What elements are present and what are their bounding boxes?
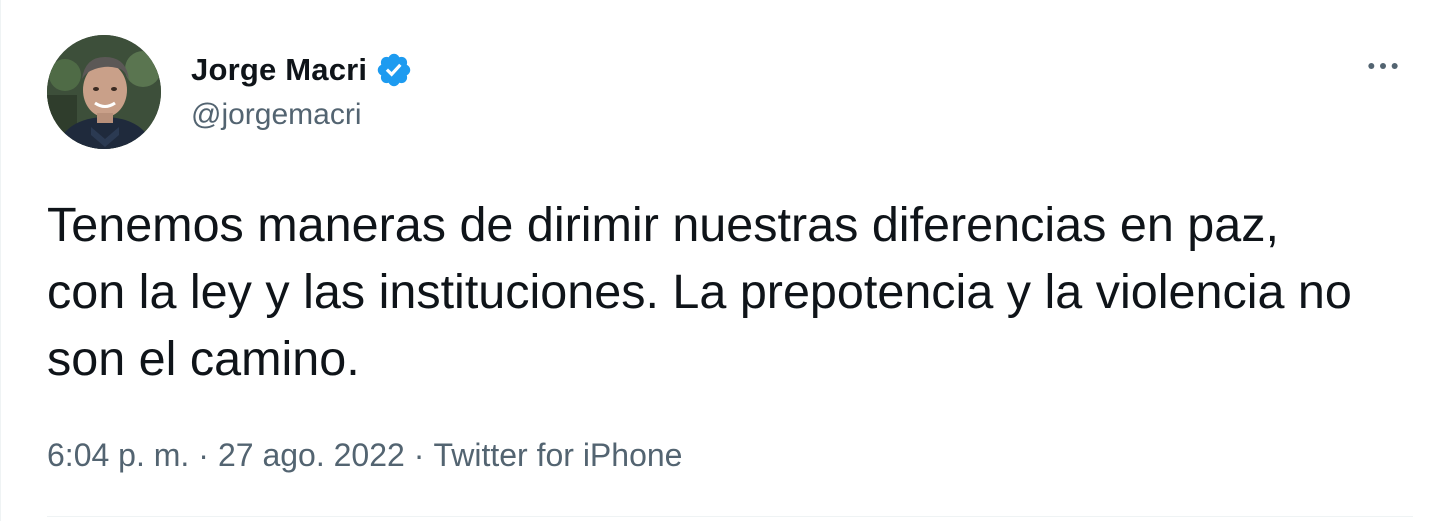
author-name[interactable]: Jorge Macri [191, 50, 413, 90]
avatar[interactable] [47, 35, 161, 149]
more-dots-icon [1368, 63, 1398, 69]
verified-badge-icon [375, 51, 413, 89]
separator-dot: · [413, 437, 425, 473]
avatar-photo [47, 35, 161, 149]
separator-dot: · [198, 437, 209, 473]
tweet-time[interactable]: 6:04 p. m. [47, 437, 189, 474]
display-name: Jorge Macri [191, 52, 368, 87]
tweet-text: Tenemos maneras de dirimir nuestras dife… [47, 198, 1352, 386]
divider [47, 516, 1413, 517]
author-handle[interactable]: @jorgemacri [191, 98, 362, 132]
tweet-metadata: 6:04 p. m. · 27 ago. 2022 · Twitter for … [47, 437, 682, 474]
tweet-source[interactable]: Twitter for iPhone [433, 437, 682, 474]
tweet-date[interactable]: 27 ago. 2022 [218, 437, 405, 474]
tweet-card: Jorge Macri @jorgemacri Tenemos maneras … [0, 0, 1440, 521]
more-options-button[interactable] [1363, 46, 1403, 86]
